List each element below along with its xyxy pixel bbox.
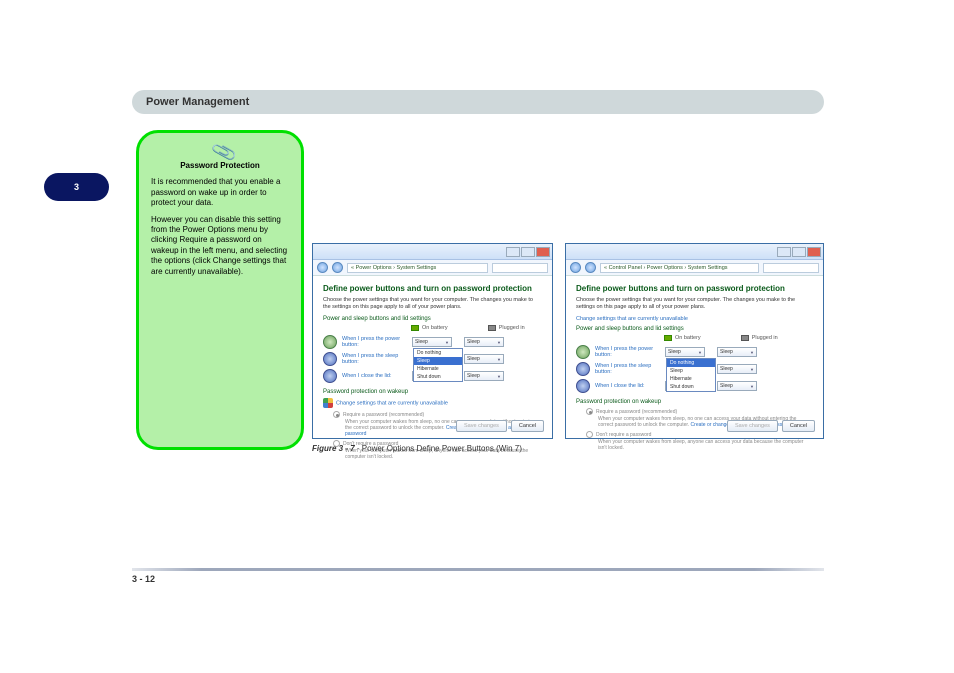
dropdown-power-battery[interactable]: Sleep Do nothing Sleep Hibernate Shut do…	[412, 337, 452, 347]
note-callout: 📎 Password Protection It is recommended …	[136, 130, 304, 450]
window-body: Define power buttons and turn on passwor…	[566, 276, 823, 459]
shield-icon	[323, 398, 333, 408]
search-input[interactable]	[492, 263, 548, 273]
dropdown-menu[interactable]: Do nothing Sleep Hibernate Shut down	[666, 358, 716, 392]
lid-icon	[576, 379, 590, 393]
column-headers: On battery Plugged in	[664, 335, 813, 341]
section-label: Power and sleep buttons and lid settings	[323, 316, 542, 322]
breadcrumb[interactable]: « Control Panel › Power Options › System…	[600, 263, 759, 273]
dropdown-menu[interactable]: Do nothing Sleep Hibernate Shut down	[413, 348, 463, 382]
address-bar: « Power Options › System Settings	[313, 260, 552, 276]
search-input[interactable]	[763, 263, 819, 273]
radio-dont-require[interactable]: Don't require a password When your compu…	[586, 431, 813, 451]
window-titlebar	[313, 244, 552, 260]
column-headers: On battery Plugged in	[411, 325, 542, 331]
chapter-badge: 3	[44, 173, 109, 201]
note-p1: It is recommended that you enable a pass…	[151, 177, 289, 208]
page-sub: Choose the power settings that you want …	[323, 297, 542, 310]
screenshot-win7-right: « Control Panel › Power Options › System…	[565, 243, 824, 439]
address-bar: « Control Panel › Power Options › System…	[566, 260, 823, 276]
save-button[interactable]: Save changes	[456, 420, 507, 432]
button-bar: Save changes Cancel	[727, 420, 815, 432]
footer-divider	[132, 568, 824, 571]
power-icon	[576, 345, 590, 359]
page-sub: Choose the power settings that you want …	[576, 297, 813, 310]
section-header: Power Management	[132, 90, 824, 114]
back-icon[interactable]	[570, 262, 581, 273]
page-heading: Define power buttons and turn on passwor…	[576, 284, 813, 293]
page-heading: Define power buttons and turn on passwor…	[323, 284, 542, 293]
back-icon[interactable]	[317, 262, 328, 273]
dropdown-sleep-plugged[interactable]: Sleep	[464, 354, 504, 364]
min-btn[interactable]	[506, 247, 520, 257]
window-body: Define power buttons and turn on passwor…	[313, 276, 552, 468]
change-settings-link[interactable]: Change settings that are currently unava…	[336, 401, 448, 407]
fwd-icon[interactable]	[332, 262, 343, 273]
figure-caption: Figure 3 - 7 - Power Options Define Powe…	[312, 444, 522, 453]
min-btn[interactable]	[777, 247, 791, 257]
power-icon	[323, 335, 337, 349]
close-btn[interactable]	[807, 247, 821, 257]
lid-icon	[323, 369, 337, 383]
breadcrumb[interactable]: « Power Options › System Settings	[347, 263, 488, 273]
row-power-button: When I press the power button: Sleep Do …	[323, 335, 542, 349]
battery-icon	[664, 335, 672, 341]
page-number: 3 - 12	[132, 574, 155, 584]
note-p2: However you can disable this setting fro…	[151, 215, 289, 277]
sleep-icon	[576, 362, 590, 376]
change-settings-link[interactable]: Change settings that are currently unava…	[576, 316, 688, 322]
max-btn[interactable]	[521, 247, 535, 257]
plug-icon	[741, 335, 749, 341]
plug-icon	[488, 325, 496, 331]
dropdown-lid-plugged[interactable]: Sleep	[717, 381, 757, 391]
dropdown-power-battery[interactable]: Sleep Do nothing Sleep Hibernate Shut do…	[665, 347, 705, 357]
section-label: Power and sleep buttons and lid settings	[576, 326, 813, 332]
dropdown-sleep-plugged[interactable]: Sleep	[717, 364, 757, 374]
window-titlebar	[566, 244, 823, 260]
max-btn[interactable]	[792, 247, 806, 257]
close-btn[interactable]	[536, 247, 550, 257]
fwd-icon[interactable]	[585, 262, 596, 273]
dropdown-lid-plugged[interactable]: Sleep	[464, 371, 504, 381]
cancel-button[interactable]: Cancel	[511, 420, 544, 432]
save-button[interactable]: Save changes	[727, 420, 778, 432]
screenshot-win7-left: « Power Options › System Settings Define…	[312, 243, 553, 439]
sleep-icon	[323, 352, 337, 366]
dropdown-power-plugged[interactable]: Sleep	[464, 337, 504, 347]
cancel-button[interactable]: Cancel	[782, 420, 815, 432]
section-title: Power Management	[146, 96, 249, 108]
dropdown-power-plugged[interactable]: Sleep	[717, 347, 757, 357]
row-power-button: When I press the power button: Sleep Do …	[576, 345, 813, 359]
button-bar: Save changes Cancel	[456, 420, 544, 432]
battery-icon	[411, 325, 419, 331]
